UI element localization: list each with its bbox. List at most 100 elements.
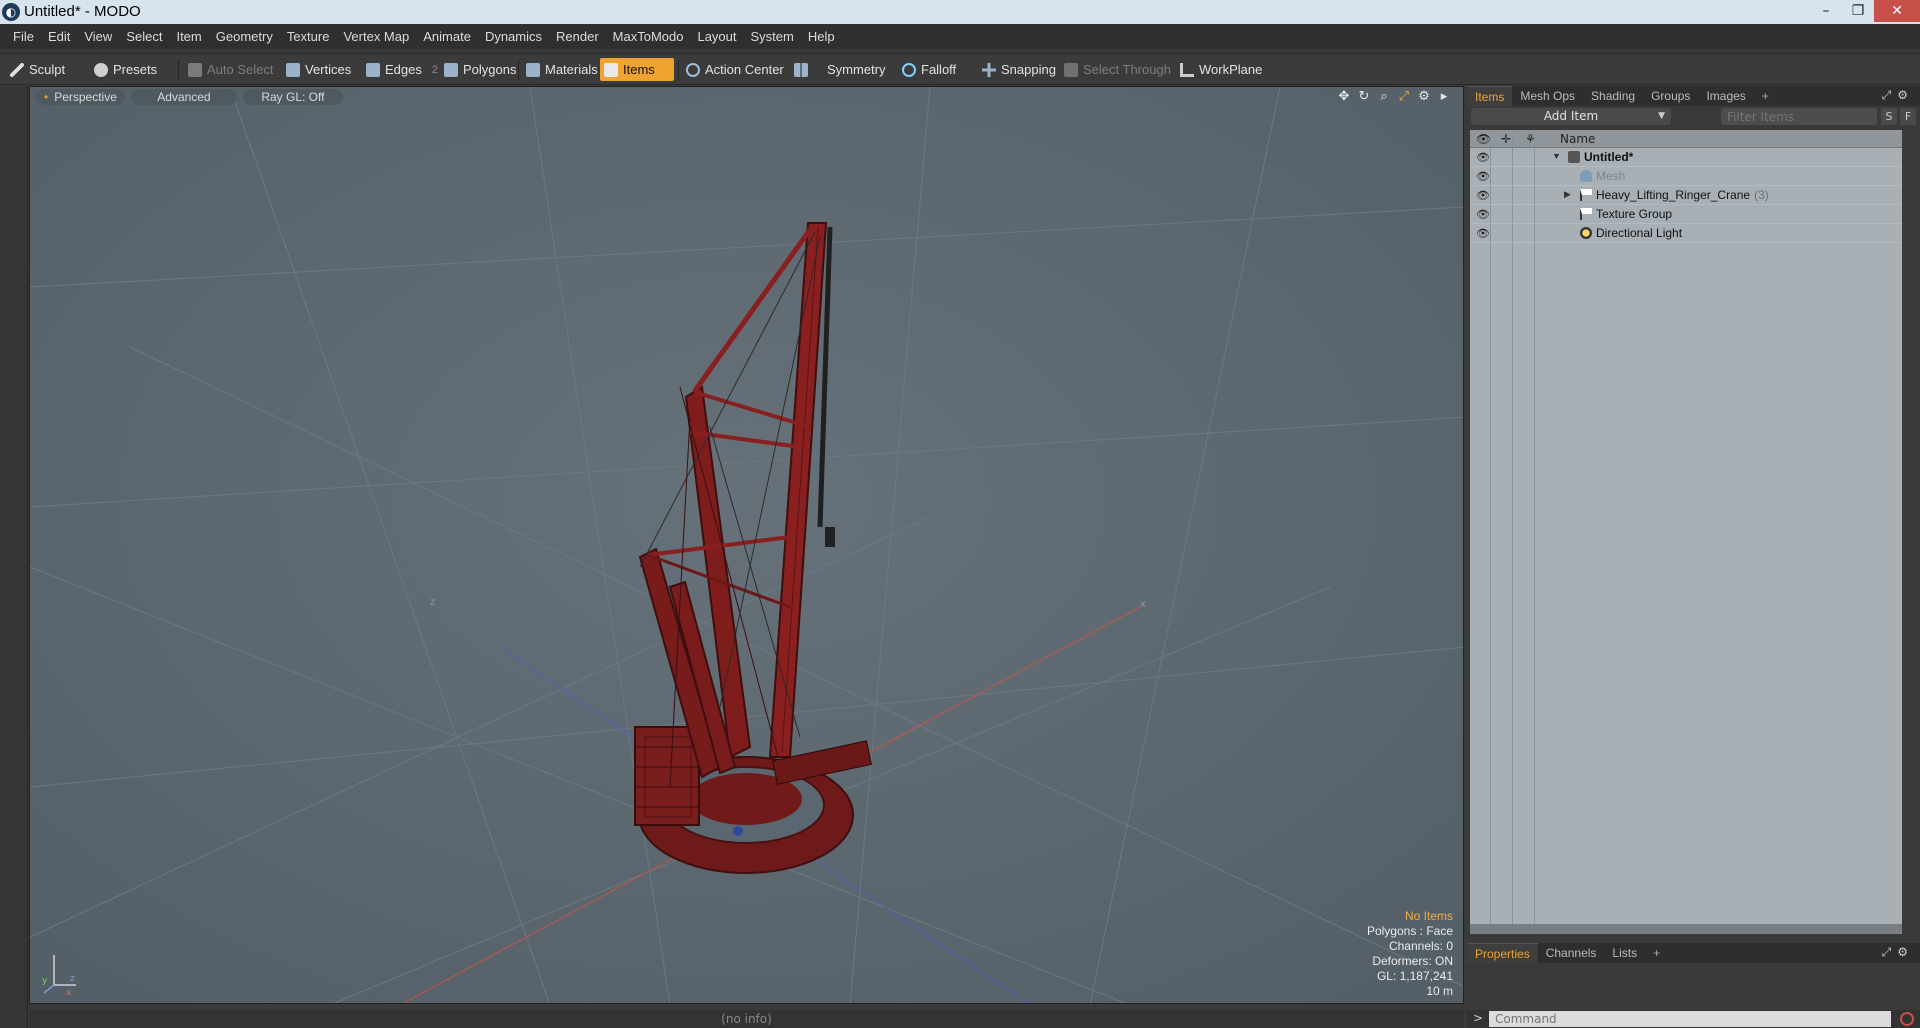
expand-arrow-icon[interactable]: ▶: [1564, 189, 1571, 200]
menu-geometry[interactable]: Geometry: [209, 29, 280, 44]
snapping-icon: [982, 62, 996, 77]
visibility-column-icon[interactable]: 👁: [1476, 130, 1491, 148]
deformers-stat: Deformers: ON: [1372, 954, 1453, 968]
tab-images[interactable]: Images: [1698, 86, 1753, 106]
items-tree[interactable]: 👁 ✛ ⚘ Name 👁 ▼ Untitled* 👁 Mesh 👁 ▶ Heav…: [1470, 130, 1902, 924]
collapse-arrow-icon[interactable]: ▼: [1552, 151, 1561, 161]
viewport-scene[interactable]: x z: [30, 87, 1464, 1004]
sculpt-button[interactable]: Sculpt: [6, 58, 65, 81]
expand-icon[interactable]: ▸: [1437, 89, 1451, 104]
items-icon: [604, 62, 618, 77]
eye-icon[interactable]: 👁: [1476, 189, 1490, 202]
polygons-stat: Polygons : Face: [1366, 924, 1453, 938]
tree-horizontal-scrollbar[interactable]: [1470, 924, 1902, 934]
edges-icon: [366, 62, 380, 77]
gear-icon[interactable]: ⚙: [1417, 89, 1431, 104]
add-tab-icon[interactable]: +: [1645, 943, 1668, 963]
workplane-button[interactable]: WorkPlane: [1176, 58, 1262, 81]
tree-row-mesh[interactable]: 👁 Mesh: [1470, 167, 1902, 186]
materials-button[interactable]: Materials: [522, 58, 598, 81]
name-column-header[interactable]: Name: [1560, 130, 1595, 148]
menu-system[interactable]: System: [744, 29, 801, 44]
tab-groups[interactable]: Groups: [1643, 86, 1698, 106]
tree-row-untitled[interactable]: 👁 ▼ Untitled*: [1470, 148, 1902, 167]
maximize-button[interactable]: ❐: [1842, 0, 1874, 22]
polygons-button[interactable]: Polygons: [440, 58, 516, 81]
menu-select[interactable]: Select: [119, 29, 169, 44]
snapping-button[interactable]: Snapping: [978, 58, 1056, 81]
properties-tabs: Properties Channels Lists + ⤢⚙: [1467, 943, 1920, 963]
tab-items[interactable]: Items: [1467, 86, 1513, 106]
menu-texture[interactable]: Texture: [280, 29, 337, 44]
eye-icon[interactable]: 👁: [1476, 227, 1490, 240]
menu-file[interactable]: File: [6, 29, 41, 44]
menu-render[interactable]: Render: [549, 29, 606, 44]
f-filter-button[interactable]: F: [1900, 108, 1916, 125]
tree-row-texture-group[interactable]: 👁 Texture Group: [1470, 205, 1902, 224]
brush-icon: [10, 62, 24, 77]
tree-row-crane[interactable]: 👁 ▶ Heavy_Lifting_Ringer_Crane (3): [1470, 186, 1902, 205]
menu-vertex-map[interactable]: Vertex Map: [336, 29, 416, 44]
vertices-button[interactable]: Vertices: [282, 58, 351, 81]
menu-item[interactable]: Item: [169, 29, 208, 44]
falloff-button[interactable]: Falloff: [898, 58, 956, 81]
tab-shading[interactable]: Shading: [1583, 86, 1643, 106]
tree-row-directional-light[interactable]: 👁 Directional Light: [1470, 224, 1902, 243]
left-tool-strip[interactable]: [0, 86, 28, 1028]
auto-select-button[interactable]: Auto Select: [184, 58, 274, 81]
rotate-view-icon[interactable]: ↻: [1357, 89, 1371, 104]
command-input[interactable]: [1489, 1011, 1891, 1027]
zoom-view-icon[interactable]: ⌕: [1377, 89, 1391, 104]
symmetry-button[interactable]: Symmetry: [790, 58, 886, 81]
eye-icon[interactable]: 👁: [1476, 208, 1490, 221]
panel-options-icon[interactable]: ⤢⚙: [1882, 945, 1914, 960]
vertices-icon: [286, 62, 300, 77]
items-button[interactable]: Items: [600, 58, 674, 81]
s-filter-button[interactable]: S: [1881, 108, 1897, 125]
menu-maxtomodo[interactable]: MaxToModo: [606, 29, 691, 44]
edges-button[interactable]: Edges 2: [362, 58, 438, 81]
perspective-view-button[interactable]: Perspective: [36, 89, 125, 105]
channels-stat: Channels: 0: [1388, 939, 1453, 953]
minimize-button[interactable]: –: [1810, 0, 1842, 22]
filter-items-input[interactable]: [1721, 108, 1877, 125]
directional-light-icon: [1580, 227, 1592, 239]
grid-x-label: x: [1140, 599, 1146, 610]
shading-mode-button[interactable]: Advanced: [130, 89, 237, 105]
select-through-button[interactable]: Select Through: [1060, 58, 1171, 81]
panel-options-icon[interactable]: ⤢⚙: [1882, 88, 1914, 103]
menu-help[interactable]: Help: [801, 29, 842, 44]
presets-button[interactable]: Presets: [90, 58, 157, 81]
scale-stat: 10 m: [1426, 984, 1453, 998]
close-button[interactable]: ✕: [1874, 0, 1920, 22]
raygl-button[interactable]: Ray GL: Off: [242, 89, 343, 105]
menu-animate[interactable]: Animate: [416, 29, 478, 44]
modo-app-icon: ◐: [2, 3, 20, 21]
svg-text:x: x: [66, 988, 72, 995]
tab-channels[interactable]: Channels: [1538, 943, 1605, 963]
menu-bar: File Edit View Select Item Geometry Text…: [0, 24, 1920, 49]
menu-edit[interactable]: Edit: [41, 29, 77, 44]
menu-view[interactable]: View: [77, 29, 119, 44]
move-view-icon[interactable]: ✥: [1337, 89, 1351, 104]
maximize-icon[interactable]: ⤢: [1397, 89, 1411, 104]
menu-dynamics[interactable]: Dynamics: [478, 29, 549, 44]
eye-icon[interactable]: 👁: [1476, 170, 1490, 183]
tab-mesh-ops[interactable]: Mesh Ops: [1512, 86, 1583, 106]
add-tab-icon[interactable]: +: [1754, 86, 1777, 106]
crosshair-icon: [686, 62, 700, 77]
3d-viewport[interactable]: x z • Perspective Advanced Ray GL: Off ✥…: [29, 86, 1464, 1004]
properties-panel: [1467, 963, 1920, 997]
command-history-icon[interactable]: [1900, 1012, 1914, 1026]
lock-column-icon[interactable]: ✛: [1501, 130, 1511, 148]
tab-lists[interactable]: Lists: [1604, 943, 1645, 963]
add-item-dropdown[interactable]: Add Item ▼: [1471, 108, 1671, 125]
action-center-button[interactable]: Action Center: [682, 58, 784, 81]
mesh-icon: [1580, 170, 1592, 182]
menu-layout[interactable]: Layout: [690, 29, 743, 44]
tab-properties[interactable]: Properties: [1467, 943, 1538, 963]
presets-icon: [94, 62, 108, 77]
symmetry-icon: [794, 62, 808, 77]
eye-icon[interactable]: 👁: [1476, 151, 1490, 164]
workplane-icon: [1180, 62, 1194, 77]
